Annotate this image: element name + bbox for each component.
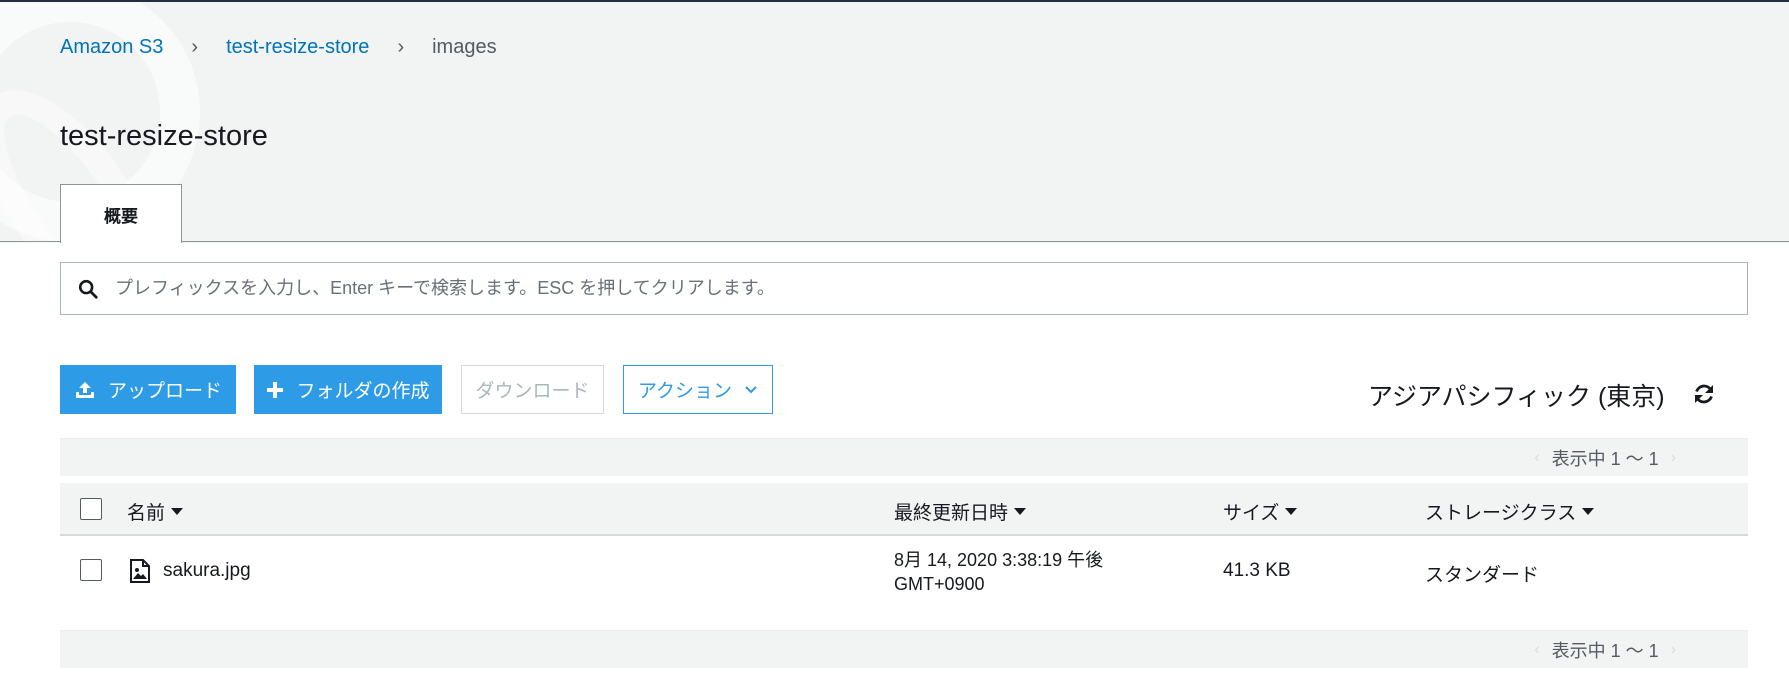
column-header-size[interactable]: サイズ <box>1223 498 1298 525</box>
breadcrumb-separator-icon: › <box>397 36 405 58</box>
file-name-link[interactable]: sakura.jpg <box>163 560 251 582</box>
file-storage-class: スタンダード <box>1425 565 1540 586</box>
plus-icon <box>266 381 284 399</box>
breadcrumb: Amazon S3 › test-resize-store › images <box>60 36 497 59</box>
search-bar <box>60 262 1748 315</box>
column-header-modified-label: 最終更新日時 <box>894 503 1009 524</box>
column-header-name-label: 名前 <box>127 503 166 524</box>
download-button-label: ダウンロード <box>475 381 590 402</box>
file-modified-date: 8月 14, 2020 3:38:19 午後 <box>894 550 1104 570</box>
pagination-label: 表示中 1 ～ 1 <box>1551 448 1659 469</box>
sort-caret-icon <box>171 508 184 515</box>
chevron-right-icon[interactable]: › <box>1671 641 1676 659</box>
table-header: 名前 最終更新日時 サイズ ストレージクラス <box>60 483 1748 536</box>
pagination-label: 表示中 1 ～ 1 <box>1551 640 1659 661</box>
actions-dropdown-label: アクション <box>637 381 733 402</box>
upload-icon <box>74 379 96 401</box>
breadcrumb-bucket-link[interactable]: test-resize-store <box>226 36 369 59</box>
image-file-icon <box>130 559 150 583</box>
region-label: アジアパシフィック (東京) <box>1368 383 1665 411</box>
create-folder-button-label: フォルダの作成 <box>296 381 430 402</box>
search-input[interactable] <box>115 263 1747 314</box>
file-size: 41.3 KB <box>1223 560 1291 581</box>
chevron-left-icon[interactable]: ‹ <box>1534 449 1539 467</box>
tab-bar-divider <box>0 241 1789 242</box>
column-header-storage-class[interactable]: ストレージクラス <box>1425 498 1595 525</box>
chevron-left-icon[interactable]: ‹ <box>1534 641 1539 659</box>
sort-caret-icon <box>1014 508 1027 515</box>
upload-button[interactable]: アップロード <box>60 365 236 414</box>
sort-caret-icon <box>1582 508 1595 515</box>
chevron-right-icon[interactable]: › <box>1671 449 1676 467</box>
row-checkbox[interactable] <box>80 559 102 581</box>
tab-overview[interactable]: 概要 <box>60 184 182 243</box>
column-header-modified[interactable]: 最終更新日時 <box>894 498 1027 525</box>
breadcrumb-separator-icon: › <box>191 36 199 58</box>
breadcrumb-current-folder: images <box>432 36 497 58</box>
search-icon <box>78 279 98 299</box>
select-all-checkbox[interactable] <box>80 498 102 520</box>
column-header-size-label: サイズ <box>1223 503 1280 524</box>
actions-dropdown[interactable]: アクション <box>623 365 773 414</box>
page-title: test-resize-store <box>60 120 268 152</box>
sort-caret-icon <box>1285 508 1298 515</box>
file-modified-timezone: GMT+0900 <box>894 574 985 594</box>
download-button[interactable]: ダウンロード <box>461 365 604 414</box>
chevron-down-icon <box>744 385 758 395</box>
table-row[interactable]: sakura.jpg 8月 14, 2020 3:38:19 午後 GMT+09… <box>60 537 1748 607</box>
refresh-icon[interactable] <box>1692 382 1716 406</box>
tab-overview-label: 概要 <box>104 206 138 226</box>
create-folder-button[interactable]: フォルダの作成 <box>254 365 442 414</box>
breadcrumb-amazon-s3-link[interactable]: Amazon S3 <box>60 36 163 59</box>
pagination-bottom: ‹ 表示中 1 ～ 1 › <box>60 630 1748 668</box>
column-header-name[interactable]: 名前 <box>127 498 184 525</box>
pagination-top: ‹ 表示中 1 ～ 1 › <box>60 438 1748 476</box>
column-header-storage-class-label: ストレージクラス <box>1425 503 1577 524</box>
upload-button-label: アップロード <box>107 381 222 402</box>
